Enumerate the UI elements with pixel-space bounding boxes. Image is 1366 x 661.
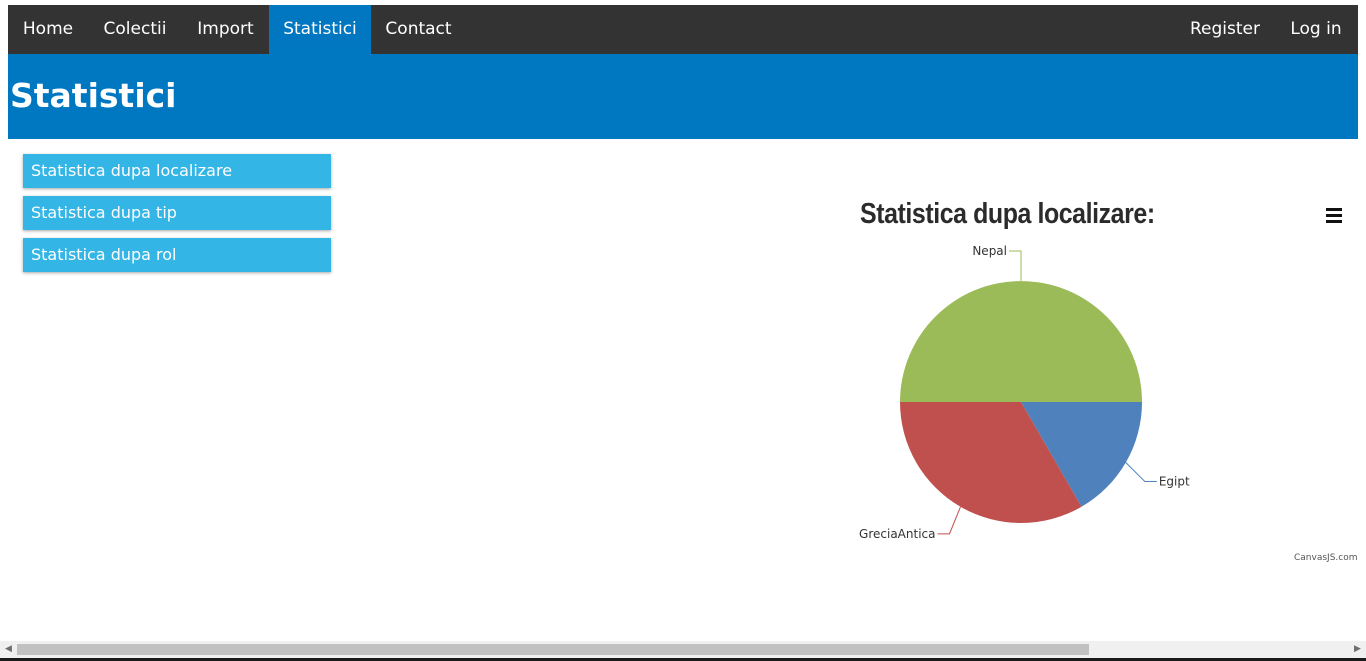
pie-leader-greciaantica [937, 506, 961, 535]
scroll-right-arrow-icon[interactable]: ▶ [1349, 641, 1366, 658]
pie-chart: Egipt GreciaAntica Nepal [859, 244, 1190, 541]
pie-slice-nepal[interactable] [900, 281, 1142, 402]
pie-label-greciaantica: GreciaAntica [859, 527, 935, 541]
chart-credit[interactable]: CanvasJS.com [1294, 553, 1357, 563]
pie-label-nepal: Nepal [972, 244, 1007, 258]
pie-leader-egipt [1125, 462, 1157, 482]
horizontal-scrollbar[interactable]: ◀ ▶ [0, 641, 1366, 658]
pie-label-egipt: Egipt [1159, 475, 1190, 489]
pie-leader-nepal [1009, 250, 1022, 281]
scroll-left-arrow-icon[interactable]: ◀ [0, 641, 17, 658]
scroll-thumb[interactable] [17, 644, 1089, 655]
